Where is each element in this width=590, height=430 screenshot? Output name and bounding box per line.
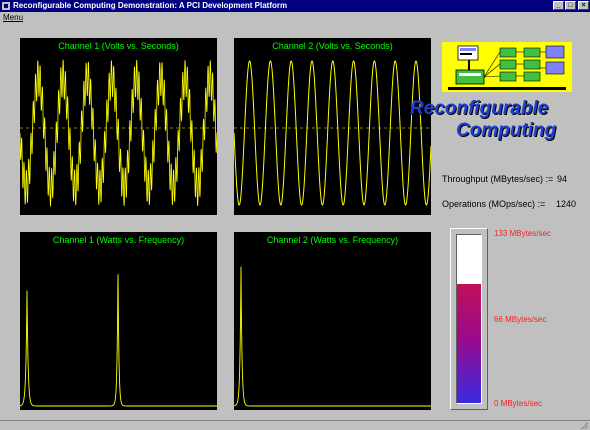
throughput-label: Throughput (MBytes/sec) := bbox=[442, 174, 554, 184]
channel1-time-title: Channel 1 (Volts vs. Seconds) bbox=[58, 41, 179, 51]
throughput-value: 94 bbox=[557, 174, 568, 184]
meter-mid-label: 66 MBytes/sec bbox=[494, 315, 547, 324]
app-icon[interactable] bbox=[2, 2, 10, 10]
channel1-time-trace bbox=[20, 59, 217, 208]
channel2-frequency-title: Channel 2 (Watts vs. Frequency) bbox=[266, 235, 399, 245]
logo-title-line1: Reconfigurable bbox=[410, 98, 549, 119]
meter-min-label: 0 MBytes/sec bbox=[494, 399, 543, 408]
channel2-time-plot: Channel 2 (Volts vs. Seconds) bbox=[234, 38, 431, 215]
channel1-frequency-plot: Channel 1 (Watts vs. Frequency) bbox=[20, 232, 217, 410]
operations-value: 1240 bbox=[556, 199, 577, 209]
window-title: Reconfigurable Computing Demonstration: … bbox=[13, 1, 288, 10]
throughput-meter bbox=[450, 228, 488, 410]
channel2-time-title: Channel 2 (Volts vs. Seconds) bbox=[272, 41, 393, 51]
menu-bar: Menu bbox=[0, 12, 590, 23]
block-diagram-logo bbox=[442, 42, 572, 92]
operations-label: Operations (MOps/sec) := bbox=[442, 199, 546, 209]
maximize-button[interactable]: □ bbox=[565, 1, 576, 10]
channel1-time-plot: Channel 1 (Volts vs. Seconds) bbox=[20, 38, 217, 215]
minimize-button[interactable]: _ bbox=[553, 1, 564, 10]
block-diagram-icon bbox=[448, 45, 566, 90]
title-bar[interactable]: Reconfigurable Computing Demonstration: … bbox=[0, 0, 590, 12]
channel1-frequency-trace bbox=[20, 274, 217, 407]
close-button[interactable]: × bbox=[578, 1, 589, 10]
throughput-meter-track bbox=[456, 234, 482, 404]
logo-title-line2: Computing bbox=[456, 120, 557, 141]
resize-grip-icon[interactable] bbox=[581, 422, 588, 429]
throughput-meter-fill bbox=[457, 284, 481, 403]
channel2-frequency-trace bbox=[234, 266, 431, 407]
meter-max-label: 133 MBytes/sec bbox=[494, 229, 551, 238]
menu-item[interactable]: Menu bbox=[3, 12, 23, 23]
channel2-frequency-plot: Channel 2 (Watts vs. Frequency) bbox=[234, 232, 431, 410]
channel1-frequency-title: Channel 1 (Watts vs. Frequency) bbox=[52, 235, 185, 245]
channel2-time-trace bbox=[234, 60, 431, 206]
